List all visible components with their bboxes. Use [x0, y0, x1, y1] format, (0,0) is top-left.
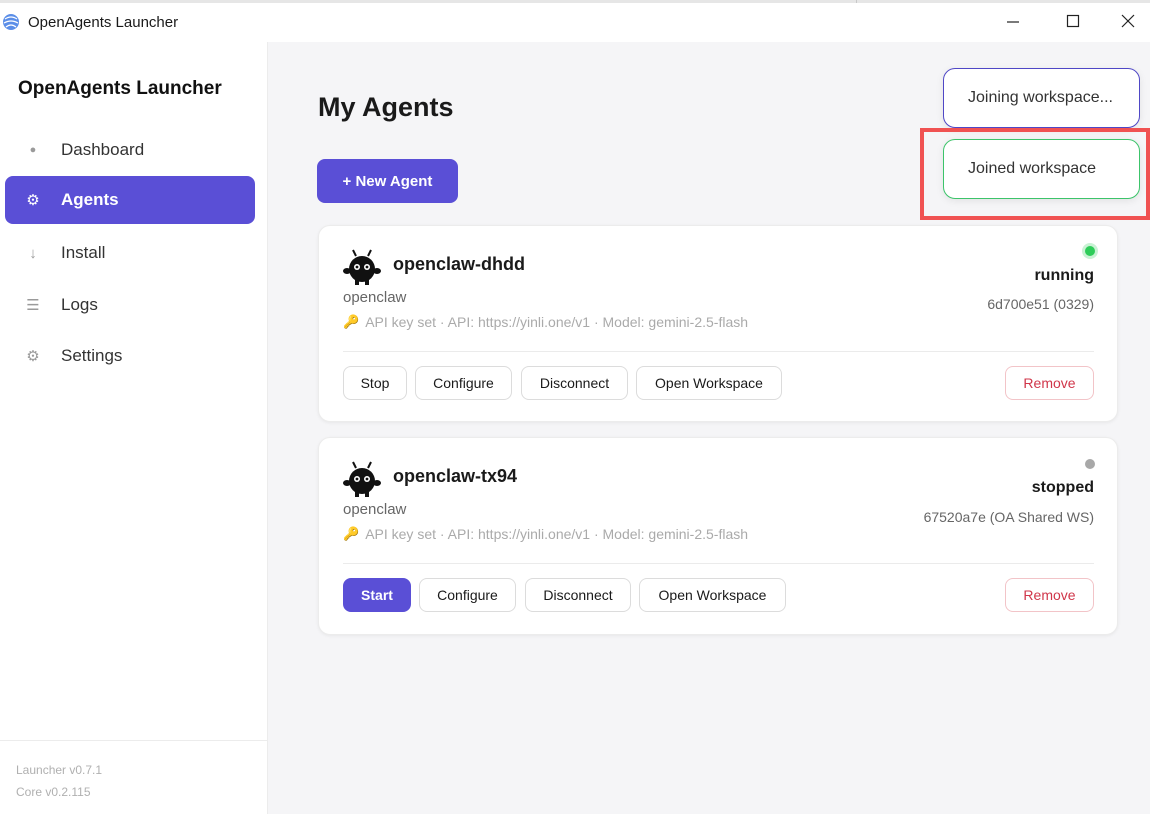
configure-button[interactable]: Configure — [419, 578, 516, 612]
taskbar-strip — [0, 0, 1150, 3]
page-title: My Agents — [318, 92, 454, 122]
open-workspace-button[interactable]: Open Workspace — [636, 366, 782, 400]
close-button[interactable] — [1106, 0, 1150, 42]
key-icon: 🔑 — [343, 526, 360, 541]
dot-icon: ● — [29, 144, 37, 156]
sidebar-item-settings[interactable]: ⚙ Settings — [5, 332, 255, 380]
gear-icon: ⚙ — [26, 192, 40, 209]
arrow-down-icon: ↓ — [29, 244, 37, 262]
sidebar-item-label: Agents — [61, 190, 119, 209]
agent-meta-text: API key set · API: https://yinli.one/v1 … — [365, 526, 749, 542]
close-icon — [1121, 14, 1135, 28]
agent-type: openclaw — [343, 289, 407, 306]
status-dot-icon — [1085, 246, 1095, 256]
agent-meta: 🔑 API key set · API: https://yinli.one/v… — [343, 526, 748, 542]
highlight-box — [920, 128, 1150, 220]
core-version: Core v0.2.115 — [16, 785, 91, 799]
workspace-id: 6d700e51 (0329) — [987, 296, 1094, 312]
agent-meta: 🔑 API key set · API: https://yinli.one/v… — [343, 314, 748, 330]
app-logo-icon — [3, 14, 19, 30]
sidebar-divider — [0, 740, 268, 741]
new-agent-button[interactable]: + New Agent — [317, 159, 458, 203]
minimize-button[interactable] — [984, 0, 1042, 42]
sidebar-item-label: Settings — [61, 346, 123, 365]
window-titlebar: OpenAgents Launcher — [0, 0, 1150, 42]
status-dot-icon — [1085, 459, 1095, 469]
status-badge: stopped — [1031, 479, 1094, 496]
agent-card: openclaw-tx94 openclaw 🔑 API key set · A… — [318, 437, 1118, 635]
launcher-version: Launcher v0.7.1 — [16, 763, 103, 777]
disconnect-button[interactable]: Disconnect — [525, 578, 631, 612]
remove-button[interactable]: Remove — [1005, 366, 1094, 400]
sidebar-brand: OpenAgents Launcher — [18, 78, 222, 99]
open-workspace-button[interactable]: Open Workspace — [639, 578, 786, 612]
agent-name: openclaw-tx94 — [393, 466, 518, 486]
sidebar-item-label: Logs — [61, 295, 98, 314]
sidebar-item-logs[interactable]: ☰ Logs — [5, 281, 255, 329]
card-divider — [343, 563, 1094, 564]
configure-button[interactable]: Configure — [415, 366, 512, 400]
maximize-icon — [1066, 14, 1080, 28]
agent-card: openclaw-dhdd openclaw 🔑 API key set · A… — [318, 225, 1118, 422]
agent-avatar-icon — [343, 461, 381, 497]
workspace-id: 67520a7e (OA Shared WS) — [923, 509, 1094, 525]
window-title: OpenAgents Launcher — [28, 14, 179, 31]
agent-type: openclaw — [343, 501, 407, 518]
agent-name: openclaw-dhdd — [393, 254, 525, 274]
card-divider — [343, 351, 1094, 352]
remove-button[interactable]: Remove — [1005, 578, 1094, 612]
start-button[interactable]: Start — [343, 578, 411, 612]
sidebar: OpenAgents Launcher ● Dashboard ⚙ Agents… — [0, 42, 268, 814]
sidebar-item-label: Install — [61, 243, 106, 262]
gear-outline-icon: ⚙ — [26, 348, 40, 365]
key-icon: 🔑 — [343, 314, 360, 329]
minimize-icon — [1007, 21, 1019, 23]
sidebar-item-install[interactable]: ↓ Install — [5, 229, 255, 277]
maximize-button[interactable] — [1044, 0, 1102, 42]
sidebar-item-agents[interactable]: ⚙ Agents — [5, 176, 255, 224]
disconnect-button[interactable]: Disconnect — [521, 366, 628, 400]
agent-meta-text: API key set · API: https://yinli.one/v1 … — [365, 314, 749, 330]
stop-button[interactable]: Stop — [343, 366, 407, 400]
sidebar-item-label: Dashboard — [61, 140, 145, 159]
agent-avatar-icon — [343, 249, 381, 285]
status-badge: running — [1034, 267, 1094, 284]
toast-joining-workspace: Joining workspace... — [943, 68, 1140, 128]
sidebar-item-dashboard[interactable]: ● Dashboard — [5, 126, 255, 174]
list-icon: ☰ — [26, 297, 40, 314]
